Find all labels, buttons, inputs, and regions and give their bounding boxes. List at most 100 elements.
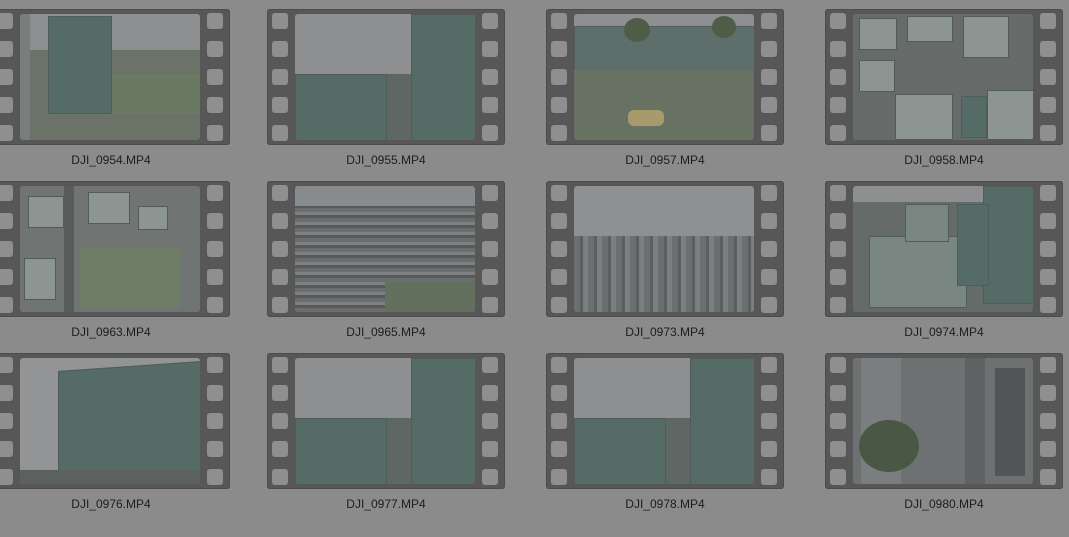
sprocket-holes-right bbox=[207, 185, 225, 313]
sprocket-hole bbox=[830, 241, 846, 257]
sprocket-hole bbox=[272, 213, 288, 229]
scene-shape bbox=[905, 204, 949, 242]
video-file-item[interactable]: DJI_0955.MP4 bbox=[267, 9, 505, 169]
file-name-label: DJI_0965.MP4 bbox=[346, 325, 426, 339]
film-strip-thumbnail[interactable] bbox=[825, 181, 1063, 317]
film-strip-thumbnail[interactable] bbox=[0, 353, 230, 489]
sprocket-hole bbox=[1040, 185, 1056, 201]
sprocket-hole bbox=[761, 413, 777, 429]
video-file-item[interactable]: DJI_0976.MP4 bbox=[0, 353, 230, 513]
sprocket-hole bbox=[761, 41, 777, 57]
sprocket-hole bbox=[551, 69, 567, 85]
video-preview-frame[interactable] bbox=[574, 358, 754, 484]
sprocket-hole bbox=[207, 385, 223, 401]
film-strip-thumbnail[interactable] bbox=[0, 181, 230, 317]
sprocket-hole bbox=[0, 13, 13, 29]
video-preview-frame[interactable] bbox=[853, 358, 1033, 484]
scene-shape bbox=[963, 16, 1009, 58]
sprocket-hole bbox=[1040, 97, 1056, 113]
sprocket-holes-left bbox=[0, 357, 15, 485]
film-strip-thumbnail[interactable] bbox=[546, 353, 784, 489]
scene-shape bbox=[995, 368, 1025, 476]
sprocket-hole bbox=[482, 241, 498, 257]
sprocket-hole bbox=[551, 413, 567, 429]
sprocket-hole bbox=[0, 97, 13, 113]
sprocket-hole bbox=[0, 185, 13, 201]
video-preview-frame[interactable] bbox=[20, 358, 200, 484]
sprocket-hole bbox=[207, 413, 223, 429]
scene-shape bbox=[987, 90, 1033, 140]
sprocket-hole bbox=[551, 97, 567, 113]
sprocket-hole bbox=[761, 357, 777, 373]
video-preview-frame[interactable] bbox=[574, 14, 754, 140]
sprocket-hole bbox=[482, 385, 498, 401]
sprocket-hole bbox=[830, 69, 846, 85]
film-strip-thumbnail[interactable] bbox=[0, 9, 230, 145]
sprocket-hole bbox=[482, 297, 498, 313]
sprocket-hole bbox=[272, 125, 288, 141]
video-preview-frame[interactable] bbox=[295, 358, 475, 484]
sprocket-hole bbox=[207, 357, 223, 373]
video-preview-frame[interactable] bbox=[574, 186, 754, 312]
video-file-item[interactable]: DJI_0954.MP4 bbox=[0, 9, 230, 169]
scene-shape bbox=[965, 358, 985, 484]
video-file-item[interactable]: DJI_0977.MP4 bbox=[267, 353, 505, 513]
sprocket-holes-left bbox=[551, 13, 569, 141]
sprocket-hole bbox=[482, 13, 498, 29]
film-strip-thumbnail[interactable] bbox=[546, 9, 784, 145]
video-thumbnail-grid: DJI_0954.MP4 DJI_0955.MP4 DJI_0957.MP4 DJI_… bbox=[0, 0, 1069, 537]
sprocket-holes-right bbox=[1040, 13, 1058, 141]
sprocket-hole bbox=[761, 441, 777, 457]
video-preview-frame[interactable] bbox=[853, 186, 1033, 312]
video-file-item[interactable]: DJI_0965.MP4 bbox=[267, 181, 505, 341]
scene-shape bbox=[712, 16, 736, 38]
sprocket-hole bbox=[207, 213, 223, 229]
sprocket-holes-left bbox=[551, 357, 569, 485]
file-name-label: DJI_0977.MP4 bbox=[346, 497, 426, 511]
sprocket-hole bbox=[551, 441, 567, 457]
sprocket-hole bbox=[761, 469, 777, 485]
film-strip-thumbnail[interactable] bbox=[267, 181, 505, 317]
video-preview-frame[interactable] bbox=[295, 186, 475, 312]
video-preview-image bbox=[295, 186, 475, 312]
video-file-item[interactable]: DJI_0957.MP4 bbox=[546, 9, 784, 169]
scene-shape bbox=[574, 418, 666, 484]
scene-shape bbox=[20, 14, 30, 140]
film-strip-thumbnail[interactable] bbox=[825, 9, 1063, 145]
film-strip-thumbnail[interactable] bbox=[825, 353, 1063, 489]
sprocket-hole bbox=[272, 69, 288, 85]
sprocket-hole bbox=[1040, 213, 1056, 229]
film-strip-thumbnail[interactable] bbox=[546, 181, 784, 317]
video-file-item[interactable]: DJI_0963.MP4 bbox=[0, 181, 230, 341]
video-preview-frame[interactable] bbox=[20, 186, 200, 312]
sprocket-hole bbox=[830, 97, 846, 113]
sprocket-hole bbox=[761, 97, 777, 113]
video-file-item[interactable]: DJI_0973.MP4 bbox=[546, 181, 784, 341]
sprocket-hole bbox=[551, 241, 567, 257]
sprocket-hole bbox=[0, 469, 13, 485]
video-preview-frame[interactable] bbox=[20, 14, 200, 140]
video-preview-image bbox=[853, 14, 1033, 140]
film-strip-thumbnail[interactable] bbox=[267, 9, 505, 145]
video-preview-image bbox=[20, 186, 200, 312]
scene-shape bbox=[574, 186, 754, 236]
video-preview-frame[interactable] bbox=[853, 14, 1033, 140]
video-file-item[interactable]: DJI_0974.MP4 bbox=[825, 181, 1063, 341]
video-file-item[interactable]: DJI_0958.MP4 bbox=[825, 9, 1063, 169]
scene-shape bbox=[48, 16, 112, 114]
sprocket-hole bbox=[272, 13, 288, 29]
sprocket-hole bbox=[207, 297, 223, 313]
film-strip-thumbnail[interactable] bbox=[267, 353, 505, 489]
video-preview-frame[interactable] bbox=[295, 14, 475, 140]
video-file-item[interactable]: DJI_0980.MP4 bbox=[825, 353, 1063, 513]
sprocket-hole bbox=[1040, 297, 1056, 313]
file-name-label: DJI_0957.MP4 bbox=[625, 153, 705, 167]
sprocket-hole bbox=[0, 357, 13, 373]
scene-shape bbox=[80, 248, 180, 308]
video-file-item[interactable]: DJI_0978.MP4 bbox=[546, 353, 784, 513]
sprocket-hole bbox=[207, 269, 223, 285]
sprocket-hole bbox=[0, 213, 13, 229]
sprocket-hole bbox=[1040, 13, 1056, 29]
sprocket-holes-left bbox=[551, 185, 569, 313]
sprocket-hole bbox=[830, 469, 846, 485]
